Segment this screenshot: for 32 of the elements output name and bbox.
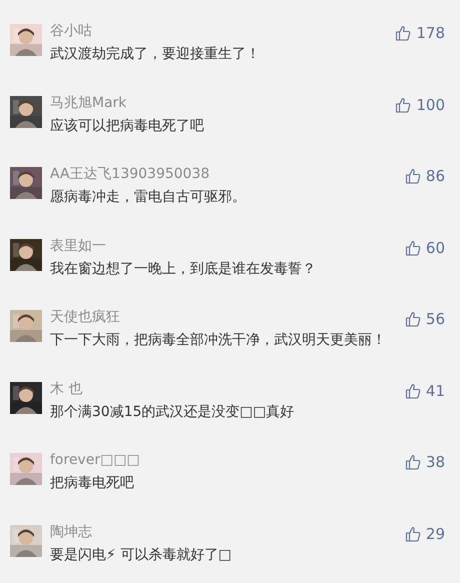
thumbs-up-icon[interactable]: [404, 311, 421, 327]
comment-text: 我在窗边想了一晚上，到底是谁在发毒誓？: [50, 260, 316, 278]
user-name[interactable]: 木 也: [50, 380, 82, 398]
like-count: 38: [426, 453, 445, 471]
thumbs-up-icon[interactable]: [395, 96, 412, 112]
thumbs-up-icon[interactable]: [404, 526, 421, 542]
like-count: 100: [416, 96, 445, 114]
like-count: 86: [426, 167, 445, 185]
user-name[interactable]: 天使也疯狂: [50, 308, 120, 326]
like-count: 178: [416, 24, 445, 42]
user-name[interactable]: forever□□□: [50, 451, 140, 469]
thumbs-up-icon[interactable]: [404, 168, 421, 184]
user-name[interactable]: 马兆旭Mark: [50, 94, 127, 112]
comment-text: 应该可以把病毒电死了吧: [50, 116, 204, 136]
user-name[interactable]: 谷小咕: [50, 22, 92, 40]
thumbs-up-icon[interactable]: [404, 382, 421, 398]
comment-text: 把病毒电死吧: [50, 474, 134, 493]
comment-text: 武汉渡劫完成了，要迎接重生了！: [50, 45, 260, 64]
comment-text: 要是闪电⚡ 可以杀毒就好了□: [50, 546, 232, 564]
like-count: 60: [426, 238, 445, 256]
comment-text: 愿病毒冲走，雷电自古可驱邪。: [50, 188, 246, 207]
like-count: 41: [426, 382, 445, 400]
thumbs-up-icon[interactable]: [395, 25, 412, 41]
user-name[interactable]: AA王达飞13903950038: [50, 165, 210, 183]
thumbs-up-icon[interactable]: [404, 454, 421, 470]
comment-text: 那个满30减15的武汉还是没变□□真好: [50, 402, 294, 422]
like-count: 29: [426, 524, 445, 542]
user-name[interactable]: 陶坤志: [50, 522, 92, 540]
thumbs-up-icon[interactable]: [404, 240, 421, 256]
like-count: 56: [426, 310, 445, 328]
comment-text: 下一下大雨，把病毒全部冲洗干净，武汉明天更美丽！: [50, 331, 386, 350]
user-name[interactable]: 表里如一: [50, 236, 106, 254]
